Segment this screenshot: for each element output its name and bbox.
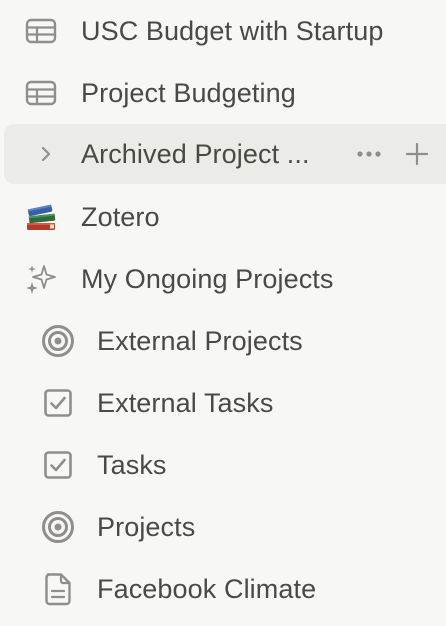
sidebar: USC Budget with Startup Project Budgetin… [0,0,446,626]
target-icon [40,323,76,359]
sidebar-item-label: External Tasks [97,387,274,418]
sparkles-icon [23,261,59,297]
sidebar-item-label: My Ongoing Projects [81,263,334,294]
sidebar-item-label: Zotero [81,201,160,232]
more-options-icon[interactable] [354,139,384,169]
sidebar-item-label: Facebook Climate [97,573,317,604]
sidebar-item-projects[interactable]: Projects [0,496,446,558]
document-icon [40,571,76,607]
table-icon [23,75,59,111]
checkbox-icon [40,385,76,421]
add-page-icon[interactable] [402,139,432,169]
sidebar-item-zotero[interactable]: Zotero [0,186,446,248]
row-actions [354,139,432,169]
target-icon [40,509,76,545]
sidebar-item-project-budgeting[interactable]: Project Budgeting [0,62,446,124]
sidebar-item-external-projects[interactable]: External Projects [0,310,446,372]
sidebar-item-label: External Projects [97,325,303,356]
sidebar-item-my-ongoing-projects[interactable]: My Ongoing Projects [0,248,446,310]
sidebar-item-tasks[interactable]: Tasks [0,434,446,496]
sidebar-item-label: Projects [97,511,196,542]
sidebar-item-archived-project[interactable]: Archived Project ... [4,124,446,184]
sidebar-item-label: Project Budgeting [81,77,296,108]
books-emoji-icon [23,199,59,235]
sidebar-item-label: Tasks [97,449,167,480]
table-icon [23,13,59,49]
sidebar-item-external-tasks[interactable]: External Tasks [0,372,446,434]
sidebar-item-facebook-climate[interactable]: Facebook Climate [0,558,446,620]
sidebar-item-usc-budget[interactable]: USC Budget with Startup [0,0,446,62]
chevron-right-icon[interactable] [32,140,60,168]
sidebar-item-label: Archived Project ... [81,138,310,169]
checkbox-icon [40,447,76,483]
sidebar-item-label: USC Budget with Startup [81,15,384,46]
